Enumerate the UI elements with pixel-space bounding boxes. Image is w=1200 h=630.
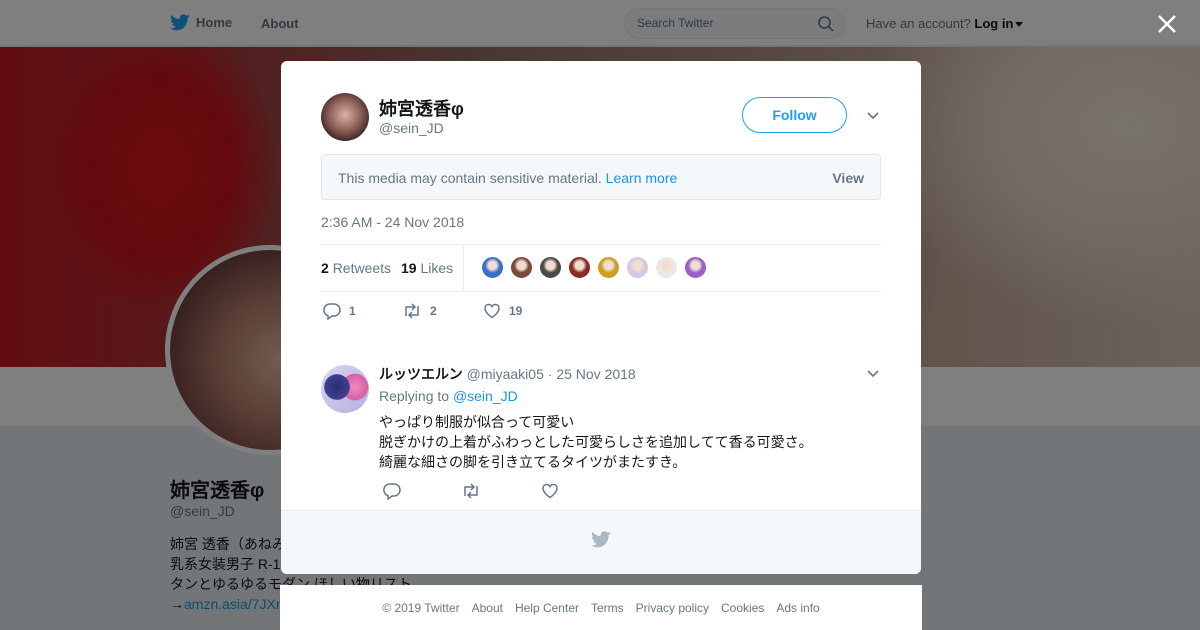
tweet-modal: 姉宮透香φ @sein_JD Follow This media may con… — [281, 61, 921, 574]
likes-count: 19 — [401, 260, 417, 276]
sensitive-message: This media may contain sensitive materia… — [338, 170, 677, 186]
modal-footer — [281, 510, 921, 574]
retweet-icon[interactable] — [461, 482, 481, 500]
footer-link-privacy[interactable]: Privacy policy — [636, 601, 709, 615]
footer-link-help[interactable]: Help Center — [515, 601, 579, 615]
likes-label: Likes — [420, 260, 454, 276]
tweet-author-name[interactable]: 姉宮透香φ — [379, 95, 464, 121]
retweets-stat[interactable]: 2 Retweets — [321, 260, 391, 276]
liker-avatar[interactable] — [684, 256, 707, 279]
chevron-down-icon[interactable] — [866, 109, 880, 123]
footer-link-ads[interactable]: Ads info — [776, 601, 819, 615]
liker-avatar[interactable] — [481, 256, 504, 279]
liker-avatar[interactable] — [626, 256, 649, 279]
reply-icon[interactable] — [383, 482, 401, 500]
retweet-action[interactable]: 2 — [402, 302, 437, 320]
liker-avatar[interactable] — [568, 256, 591, 279]
liker-avatar[interactable] — [655, 256, 678, 279]
sensitive-text: This media may contain sensitive materia… — [338, 170, 602, 186]
reply-date[interactable]: · 25 Nov 2018 — [548, 366, 636, 382]
heart-icon — [484, 303, 500, 319]
likes-stat[interactable]: 19 Likes — [401, 260, 453, 276]
view-media-button[interactable]: View — [832, 170, 864, 186]
replying-to: Replying to @sein_JD — [379, 388, 518, 404]
follow-button[interactable]: Follow — [742, 97, 847, 133]
twitter-bird-icon — [591, 531, 611, 548]
like-action[interactable]: 19 — [483, 302, 522, 320]
likers-avatars — [481, 256, 707, 279]
reply-action[interactable]: 1 — [323, 302, 356, 320]
chevron-down-icon[interactable] — [866, 367, 880, 381]
footer-link-cookies[interactable]: Cookies — [721, 601, 764, 615]
page-footer: © 2019 Twitter About Help Center Terms P… — [280, 585, 922, 630]
reply-line: やっぱり制服が似合って可愛い — [379, 414, 575, 430]
reply-icon — [323, 303, 341, 320]
liker-avatar[interactable] — [510, 256, 533, 279]
reply-count: 1 — [349, 304, 356, 318]
replying-prefix: Replying to — [379, 388, 450, 404]
replying-to-link[interactable]: @sein_JD — [453, 388, 518, 404]
footer-copyright: © 2019 Twitter — [382, 600, 460, 615]
reply-author-handle[interactable]: @miyaaki05 — [467, 366, 544, 382]
like-count: 19 — [509, 304, 523, 318]
sensitive-media-warning: This media may contain sensitive materia… — [321, 154, 881, 200]
heart-icon[interactable] — [541, 482, 559, 500]
retweet-count: 2 — [430, 304, 437, 318]
reply-line: 綺麗な細さの脚を引き立てるタイツがまたすき。 — [379, 454, 687, 470]
liker-avatar[interactable] — [539, 256, 562, 279]
close-icon[interactable] — [1155, 12, 1179, 36]
reply-line: 脱ぎかけの上着がふわっとした可愛らしさを追加してて香る可愛さ。 — [379, 434, 813, 450]
tweet-author-handle[interactable]: @sein_JD — [379, 120, 444, 136]
footer-link-about[interactable]: About — [472, 601, 503, 615]
learn-more-link[interactable]: Learn more — [606, 170, 678, 186]
stats-divider — [463, 245, 464, 291]
liker-avatar[interactable] — [597, 256, 620, 279]
footer-link-terms[interactable]: Terms — [591, 601, 624, 615]
tweet-author-avatar[interactable] — [321, 93, 369, 141]
reply-header: ルッツエルン @miyaaki05 · 25 Nov 2018 — [379, 364, 636, 384]
retweets-label: Retweets — [332, 260, 392, 276]
reply-author-name[interactable]: ルッツエルン — [379, 366, 463, 382]
tweet-timestamp[interactable]: 2:36 AM - 24 Nov 2018 — [321, 214, 464, 230]
retweet-icon — [405, 303, 419, 319]
tweet-stats: 2 Retweets 19 Likes — [321, 244, 881, 292]
reply-author-avatar[interactable] — [321, 365, 369, 413]
reply-text: やっぱり制服が似合って可愛い 脱ぎかけの上着がふわっとした可愛らしさを追加してて… — [379, 412, 859, 472]
retweets-count: 2 — [321, 260, 329, 276]
